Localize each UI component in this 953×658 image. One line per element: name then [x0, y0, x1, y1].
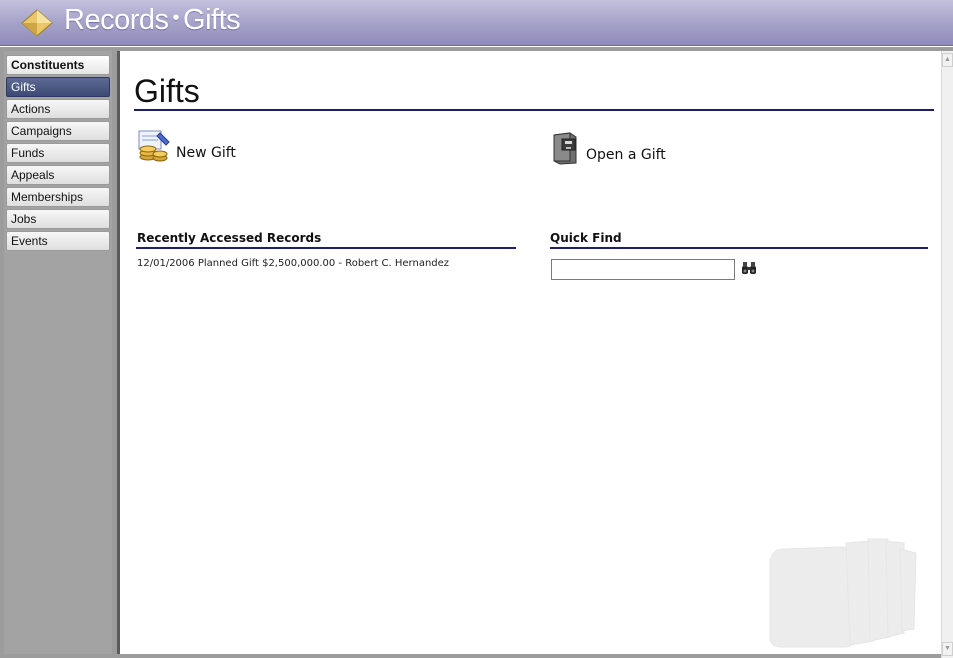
- sidebar-item-events[interactable]: Events: [6, 231, 110, 251]
- sidebar-item-appeals[interactable]: Appeals: [6, 165, 110, 185]
- open-gift-label: Open a Gift: [586, 147, 666, 163]
- sidebar-item-campaigns[interactable]: Campaigns: [6, 121, 110, 141]
- recent-records-heading: Recently Accessed Records: [137, 231, 322, 245]
- vertical-scrollbar[interactable]: ▲ ▼: [941, 51, 953, 658]
- recent-record-link[interactable]: 12/01/2006 Planned Gift $2,500,000.00 - …: [137, 258, 449, 269]
- title-separator: •: [172, 7, 180, 29]
- sidebar-item-jobs[interactable]: Jobs: [6, 209, 110, 229]
- new-gift-label: New Gift: [176, 145, 236, 161]
- file-cabinet-icon: [553, 132, 577, 165]
- recent-records-divider: [136, 247, 516, 249]
- diamond-logo-icon: [21, 9, 53, 37]
- page-title: Gifts: [134, 73, 200, 109]
- quick-find-heading: Quick Find: [550, 231, 622, 245]
- quick-find-input[interactable]: [551, 259, 735, 280]
- binoculars-icon[interactable]: [741, 261, 757, 275]
- main-content: Gifts New Gift Open a Gift Recently Acce…: [117, 51, 941, 654]
- sidebar-item-constituents[interactable]: Constituents: [6, 55, 110, 75]
- open-gift-button[interactable]: Open a Gift: [548, 131, 666, 165]
- sidebar-item-label: Actions: [11, 102, 51, 116]
- sidebar-item-label: Events: [11, 234, 48, 248]
- sidebar-item-label: Appeals: [11, 168, 55, 182]
- scroll-up-icon[interactable]: ▲: [942, 53, 953, 67]
- title-bar: Records • Gifts: [0, 0, 953, 46]
- sidebar-item-memberships[interactable]: Memberships: [6, 187, 110, 207]
- sidebar-item-actions[interactable]: Actions: [6, 99, 110, 119]
- quick-find-divider: [550, 247, 928, 249]
- title-divider: [134, 109, 934, 111]
- sidebar-item-label: Jobs: [11, 212, 37, 226]
- title-page: Gifts: [183, 4, 241, 36]
- sidebar-item-label: Memberships: [11, 190, 84, 204]
- sidebar-item-label: Constituents: [11, 58, 85, 72]
- sidebar-item-label: Campaigns: [11, 124, 72, 138]
- folders-watermark-icon: [769, 538, 917, 648]
- sidebar-item-label: Funds: [11, 146, 45, 160]
- scroll-down-icon[interactable]: ▼: [942, 642, 953, 656]
- new-gift-coins-icon: [138, 130, 170, 162]
- sidebar-item-funds[interactable]: Funds: [6, 143, 110, 163]
- title-section: Records: [64, 4, 169, 36]
- window-title: Records • Gifts: [64, 4, 241, 37]
- new-gift-button[interactable]: New Gift: [136, 129, 236, 163]
- sidebar-item-gifts[interactable]: Gifts: [6, 77, 110, 97]
- sidebar: Constituents Gifts Actions Campaigns Fun…: [4, 51, 112, 654]
- sidebar-item-label: Gifts: [11, 80, 36, 94]
